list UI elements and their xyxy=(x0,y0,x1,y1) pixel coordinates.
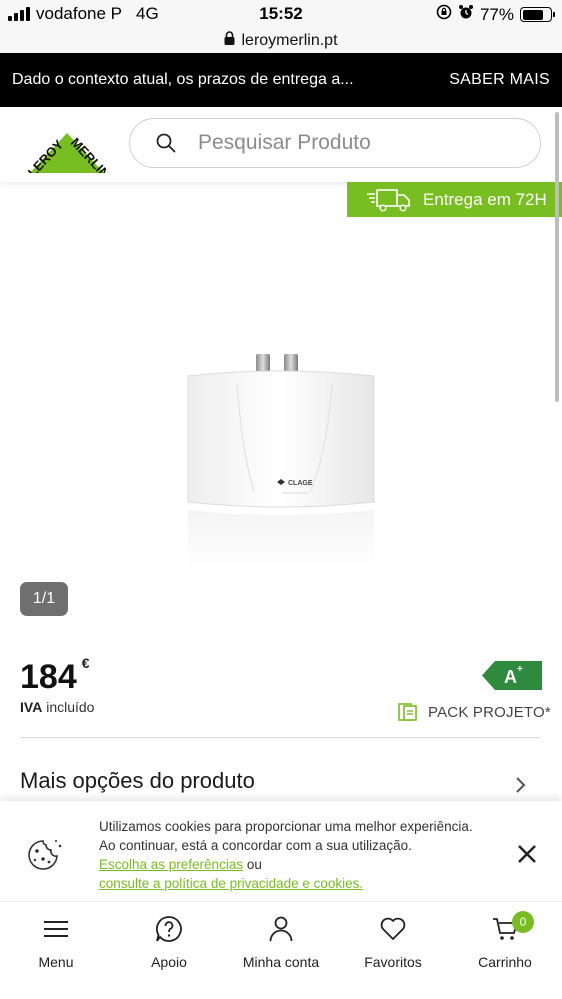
learn-more-link[interactable]: SABER MAIS xyxy=(449,71,550,89)
nav-menu-label: Menu xyxy=(38,954,74,970)
search-placeholder: Pesquisar Produto xyxy=(198,131,371,154)
address-bar[interactable]: leroymerlin.pt xyxy=(0,28,562,53)
nav-account-label: Minha conta xyxy=(242,954,320,970)
product-image[interactable]: CLAGE xyxy=(182,352,382,582)
nav-cart[interactable]: 0 Carrinho xyxy=(449,911,561,970)
chevron-right-icon[interactable] xyxy=(515,776,527,794)
site-header: LEROY MERLIN Pesquisar Produto xyxy=(0,107,562,182)
rotation-lock-icon xyxy=(436,4,452,25)
status-right: 77% xyxy=(436,4,555,25)
tax-info: IVA incluído xyxy=(20,699,94,715)
tax-label: IVA xyxy=(20,699,43,715)
cart-count-badge: 0 xyxy=(512,911,534,933)
lock-icon xyxy=(224,31,235,50)
ios-status-bar: vodafone P 4G 15:52 77% xyxy=(0,0,562,28)
nav-account[interactable]: Minha conta xyxy=(225,914,337,970)
url-text: leroymerlin.pt xyxy=(241,31,338,49)
search-icon xyxy=(156,133,176,153)
image-counter: 1/1 xyxy=(20,582,68,616)
svg-text:+: + xyxy=(517,664,523,675)
banner-message: Dado o contexto atual, os prazos de entr… xyxy=(12,71,354,88)
cookie-line-2: Ao continuar, está a concordar com a sua… xyxy=(99,838,412,853)
nav-support[interactable]: Apoio xyxy=(113,914,225,970)
notice-banner: Dado o contexto atual, os prazos de entr… xyxy=(0,53,562,107)
battery-icon xyxy=(520,7,555,22)
nav-cart-label: Carrinho xyxy=(478,954,532,970)
leroy-merlin-logo[interactable]: LEROY MERLIN xyxy=(25,117,113,181)
svg-text:A: A xyxy=(504,667,517,687)
price-currency: € xyxy=(81,655,90,671)
heart-icon xyxy=(337,914,449,944)
pack-icon xyxy=(398,702,418,722)
nav-support-label: Apoio xyxy=(151,954,187,970)
nav-favorites[interactable]: Favoritos xyxy=(337,914,449,970)
cookie-icon xyxy=(26,838,64,877)
pack-label: PACK PROJETO* xyxy=(428,703,551,721)
pack-projeto-link[interactable]: PACK PROJETO* xyxy=(398,702,551,722)
tax-included: incluído xyxy=(42,699,95,715)
support-icon xyxy=(113,914,225,944)
delivery-badge: Entrega em 72H xyxy=(347,182,562,217)
cookie-line-1: Utilizamos cookies para proporcionar uma… xyxy=(99,819,473,834)
bottom-navigation: Menu Apoio Minha conta Favoritos 0 Carri… xyxy=(0,901,562,999)
cookie-text: Utilizamos cookies para proporcionar uma… xyxy=(99,817,473,893)
nav-menu[interactable]: Menu xyxy=(0,914,112,970)
battery-percent: 77% xyxy=(479,4,514,24)
nav-favorites-label: Favoritos xyxy=(364,954,422,970)
svg-text:CLAGE: CLAGE xyxy=(288,480,313,487)
privacy-policy-link[interactable]: consulte a política de privacidade e coo… xyxy=(99,876,363,891)
battery-fill xyxy=(522,9,544,20)
cookie-notice: Utilizamos cookies para proporcionar uma… xyxy=(0,801,562,901)
divider xyxy=(20,737,541,738)
cookie-preferences-link[interactable]: Escolha as preferências xyxy=(99,857,243,872)
cart-icon: 0 xyxy=(449,911,561,944)
truck-icon xyxy=(367,188,411,212)
user-icon xyxy=(225,914,337,944)
cookie-or: ou xyxy=(243,857,262,872)
delivery-text: Entrega em 72H xyxy=(423,189,547,209)
more-options-link[interactable]: Mais opções do produto xyxy=(20,768,255,794)
scroll-indicator xyxy=(555,112,559,402)
price: 184 € xyxy=(20,655,90,699)
alarm-icon xyxy=(458,4,474,25)
close-icon[interactable] xyxy=(516,843,538,865)
price-amount: 184 xyxy=(20,658,77,696)
search-input[interactable]: Pesquisar Produto xyxy=(129,118,541,168)
menu-icon xyxy=(0,914,112,944)
energy-label[interactable]: A + xyxy=(482,661,542,690)
